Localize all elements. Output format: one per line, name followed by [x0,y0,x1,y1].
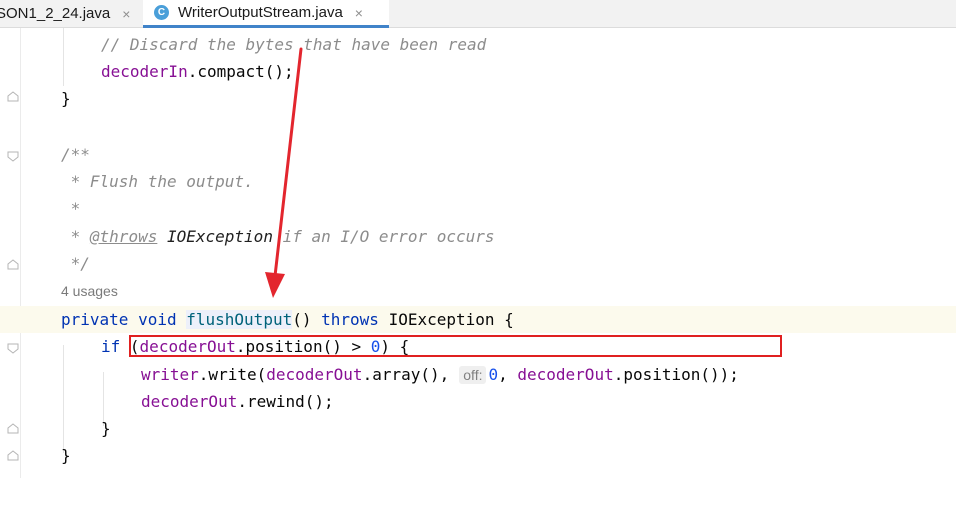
annotation-arrow [265,47,303,298]
arrow-shaft [273,47,303,278]
arrow-head [265,272,285,298]
